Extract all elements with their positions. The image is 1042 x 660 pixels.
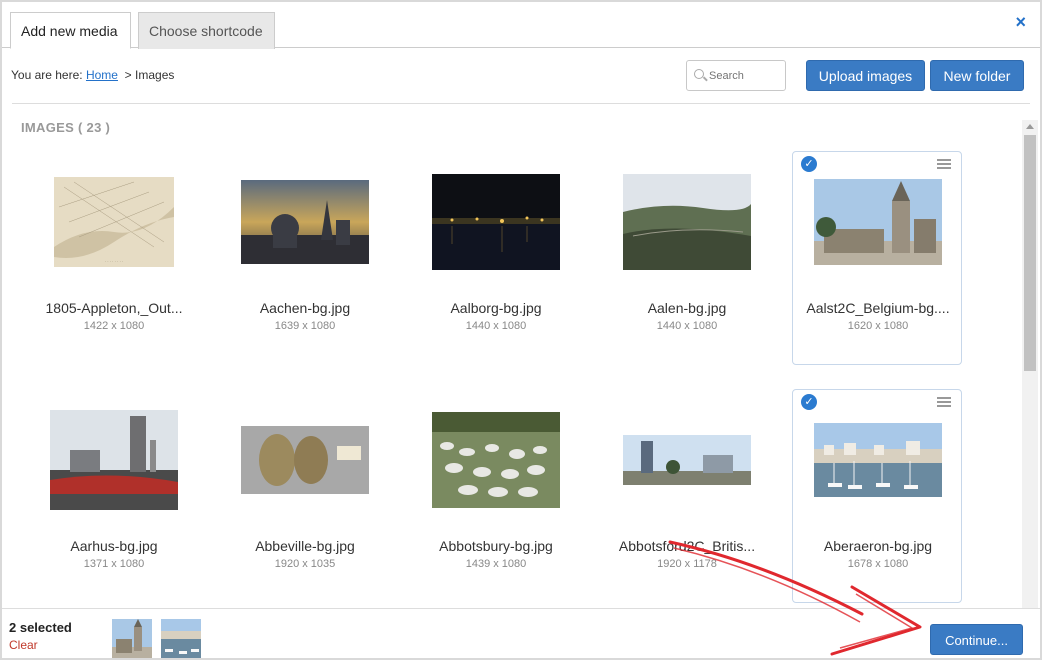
file-name: 1805-Appleton,_Out... <box>45 300 183 316</box>
media-tile[interactable]: Aarhus-bg.jpg 1371 x 1080 <box>29 390 199 604</box>
file-name: Abbeville-bg.jpg <box>255 538 355 554</box>
file-name: Abbotsbury-bg.jpg <box>439 538 553 554</box>
breadcrumb-home-link[interactable]: Home <box>86 68 118 82</box>
media-tile[interactable]: Aalborg-bg.jpg 1440 x 1080 <box>411 152 581 366</box>
file-dimensions: 1620 x 1080 <box>847 320 909 332</box>
media-tile[interactable]: Aalen-bg.jpg 1440 x 1080 <box>602 152 772 366</box>
scrollbar-thumb[interactable] <box>1024 135 1036 371</box>
mini-thumbnail-harbor <box>161 619 201 658</box>
search-icon <box>694 69 704 79</box>
file-dimensions: 1639 x 1080 <box>274 320 336 332</box>
file-name: Aberaeron-bg.jpg <box>823 538 933 554</box>
thumbnail-town <box>623 435 751 485</box>
thumbnail-stones <box>241 426 369 494</box>
svg-text:· · · · · · · ·: · · · · · · · · <box>105 259 123 264</box>
file-dimensions: 1440 x 1080 <box>656 320 718 332</box>
thumbnail-harbor <box>814 423 942 497</box>
breadcrumb-current: Images <box>135 68 175 82</box>
media-grid-area[interactable]: IMAGES ( 23 ) · · · · · · · · 1805-Apple… <box>2 104 1022 608</box>
clear-selection-link[interactable]: Clear <box>9 638 38 652</box>
continue-button[interactable]: Continue... <box>930 624 1023 655</box>
selected-thumb-belfry[interactable] <box>112 619 152 658</box>
file-dimensions: 1440 x 1080 <box>465 320 527 332</box>
thumbnail-belfry <box>814 179 942 265</box>
media-tile-selected[interactable]: ✓ Aberaeron-bg.jpg 1678 x 1080 <box>792 389 962 603</box>
media-tile[interactable]: Abbeville-bg.jpg 1920 x 1035 <box>220 390 390 604</box>
tab-choose-shortcode[interactable]: Choose shortcode <box>138 12 275 49</box>
media-tile-selected[interactable]: ✓ Aalst2C_Belgium-bg.... 1620 x 1080 <box>792 151 962 365</box>
selected-thumb-harbor[interactable] <box>161 619 201 658</box>
file-name: Aalborg-bg.jpg <box>450 300 542 316</box>
media-tile[interactable]: Aachen-bg.jpg 1639 x 1080 <box>220 152 390 366</box>
breadcrumb-prefix: You are here: <box>11 68 83 82</box>
file-dimensions: 1422 x 1080 <box>83 320 145 332</box>
upload-images-button[interactable]: Upload images <box>806 60 925 91</box>
mini-thumbnail-belfry <box>112 619 152 658</box>
file-name: Aalst2C_Belgium-bg.... <box>806 300 950 316</box>
file-dimensions: 1920 x 1178 <box>657 558 717 570</box>
media-dialog: Add new media Choose shortcode × You are… <box>0 0 1042 660</box>
thumbnail-cathedral <box>241 180 369 264</box>
file-dimensions: 1678 x 1080 <box>847 558 909 570</box>
thumbnail-night-harbor <box>432 174 560 270</box>
new-folder-button[interactable]: New folder <box>930 60 1024 91</box>
scroll-up-arrow-icon[interactable] <box>1026 124 1034 129</box>
file-name: Aachen-bg.jpg <box>259 300 351 316</box>
thumbnail-swans <box>432 412 560 508</box>
thumbnail-valley <box>623 174 751 270</box>
close-icon[interactable]: × <box>1015 12 1026 33</box>
media-tile[interactable]: Abbotsford2C_Britis... 1920 x 1178 <box>602 390 772 604</box>
file-dimensions: 1920 x 1035 <box>274 558 336 570</box>
file-name: Aarhus-bg.jpg <box>70 538 158 554</box>
tab-add-new-media[interactable]: Add new media <box>10 12 131 49</box>
media-tile[interactable]: Abbotsbury-bg.jpg 1439 x 1080 <box>411 390 581 604</box>
breadcrumb: You are here: Home > Images <box>11 68 174 82</box>
thumbnail-map: · · · · · · · · <box>54 177 174 267</box>
file-name: Abbotsford2C_Britis... <box>618 538 756 554</box>
section-title: IMAGES ( 23 ) <box>21 120 111 135</box>
search-box[interactable] <box>686 60 786 91</box>
tab-bar: Add new media Choose shortcode × <box>2 2 1040 49</box>
breadcrumb-separator: > <box>124 68 132 82</box>
search-input[interactable] <box>709 67 781 85</box>
footer-bar: 2 selected Clear Continue... <box>2 608 1040 658</box>
vertical-scrollbar[interactable] <box>1022 120 1038 608</box>
thumbnail-industrial <box>50 410 178 510</box>
file-dimensions: 1371 x 1080 <box>83 558 145 570</box>
file-dimensions: 1439 x 1080 <box>465 558 527 570</box>
selected-count: 2 selected <box>9 620 72 635</box>
toolbar: You are here: Home > Images Upload image… <box>2 49 1040 103</box>
media-tile[interactable]: · · · · · · · · 1805-Appleton,_Out... 14… <box>29 152 199 366</box>
file-name: Aalen-bg.jpg <box>647 300 727 316</box>
